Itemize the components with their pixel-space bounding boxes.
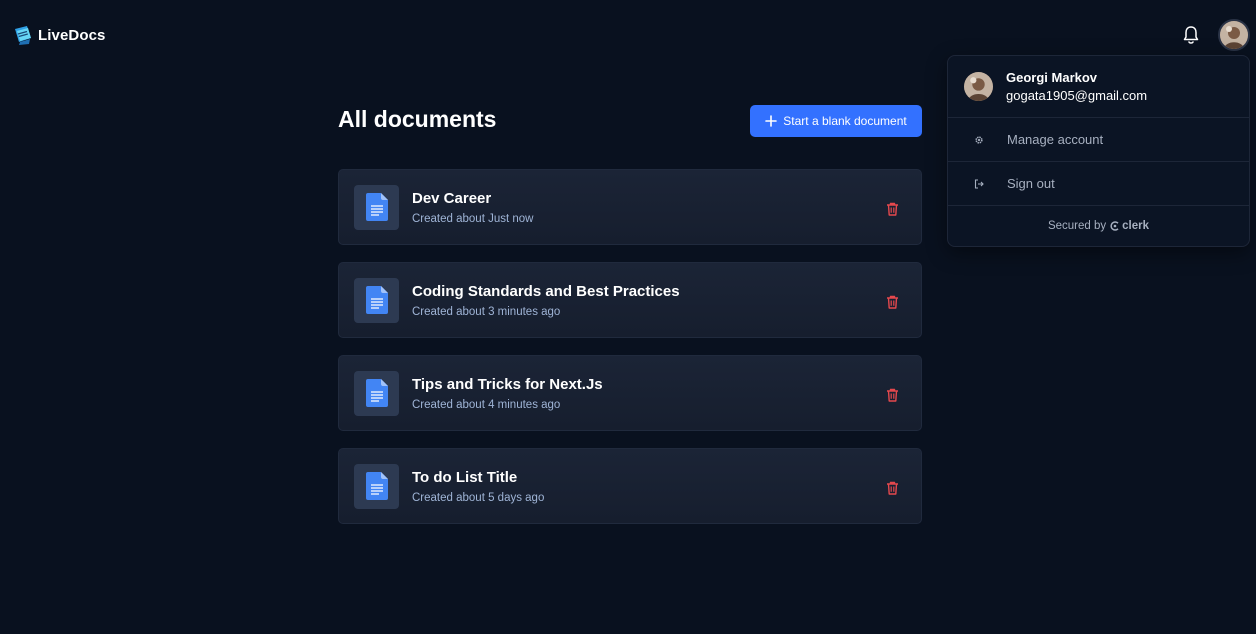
clerk-logo[interactable]: clerk: [1110, 220, 1149, 232]
document-title: To do List Title: [412, 469, 518, 486]
document-card[interactable]: Dev Career Created about Just now: [338, 169, 922, 245]
trash-icon[interactable]: [886, 295, 899, 309]
start-blank-document-label: Start a blank document: [783, 114, 907, 128]
avatar-photo: [1220, 21, 1248, 49]
livedocs-logo-icon: [15, 26, 31, 45]
sign-out-item[interactable]: Sign out: [948, 162, 1249, 206]
logo[interactable]: LiveDocs: [12, 24, 106, 46]
user-email: gogata1905@gmail.com: [1006, 88, 1148, 103]
document-icon: [365, 193, 388, 221]
document-title: Tips and Tricks for Next.Js: [412, 376, 603, 393]
document-card[interactable]: To do List Title Created about 5 days ag…: [338, 448, 922, 524]
user-avatar-button[interactable]: [1218, 19, 1250, 51]
document-icon-container: [354, 277, 399, 323]
document-icon-container: [354, 184, 399, 230]
app-root: LiveDocs All documents Start a blank doc…: [0, 0, 1256, 634]
document-title: Coding Standards and Best Practices: [412, 283, 680, 300]
start-blank-document-button[interactable]: Start a blank document: [750, 105, 922, 137]
document-card[interactable]: Tips and Tricks for Next.Js Created abou…: [338, 355, 922, 431]
document-text: Coding Standards and Best Practices Crea…: [412, 282, 680, 318]
trash-icon[interactable]: [886, 202, 899, 216]
document-icon: [365, 379, 388, 407]
sign-out-icon: [974, 178, 984, 189]
avatar-photo: [964, 72, 993, 101]
document-card[interactable]: Coding Standards and Best Practices Crea…: [338, 262, 922, 338]
gear-icon: [975, 135, 983, 144]
plus-icon: [765, 115, 778, 127]
document-icon: [365, 472, 388, 500]
page-title: All documents: [338, 106, 497, 132]
user-menu-popover: Georgi Markov gogata1905@gmail.com Manag…: [947, 55, 1250, 247]
app-name: LiveDocs: [38, 26, 106, 44]
bell-icon[interactable]: [1181, 24, 1201, 46]
document-created-at: Created about 3 minutes ago: [412, 306, 561, 318]
sign-out-label: Sign out: [1007, 176, 1055, 191]
manage-account-item[interactable]: Manage account: [948, 118, 1249, 162]
document-text: Tips and Tricks for Next.Js Created abou…: [412, 375, 603, 411]
clerk-provider-name: clerk: [1122, 220, 1150, 232]
document-text: To do List Title Created about 5 days ag…: [412, 468, 544, 504]
document-created-at: Created about Just now: [412, 213, 534, 225]
secured-by-footer: Secured by clerk: [948, 206, 1249, 246]
clerk-icon: [1110, 221, 1119, 231]
manage-account-label: Manage account: [1007, 132, 1104, 147]
secured-by-text: Secured by: [1047, 220, 1107, 232]
trash-icon[interactable]: [886, 388, 899, 402]
trash-icon[interactable]: [886, 481, 899, 495]
user-info: Georgi Markov gogata1905@gmail.com: [1006, 70, 1147, 103]
user-name: Georgi Markov: [1006, 70, 1098, 85]
document-icon-container: [354, 370, 399, 416]
document-created-at: Created about 5 days ago: [412, 492, 545, 504]
document-list: Dev Career Created about Just now Coding…: [338, 169, 922, 541]
user-menu-avatar: [964, 72, 993, 101]
document-title: Dev Career: [412, 190, 492, 207]
user-menu-header: Georgi Markov gogata1905@gmail.com: [948, 56, 1249, 118]
document-icon-container: [354, 463, 399, 509]
document-icon: [365, 286, 388, 314]
document-created-at: Created about 4 minutes ago: [412, 399, 561, 411]
document-text: Dev Career Created about Just now: [412, 189, 533, 225]
